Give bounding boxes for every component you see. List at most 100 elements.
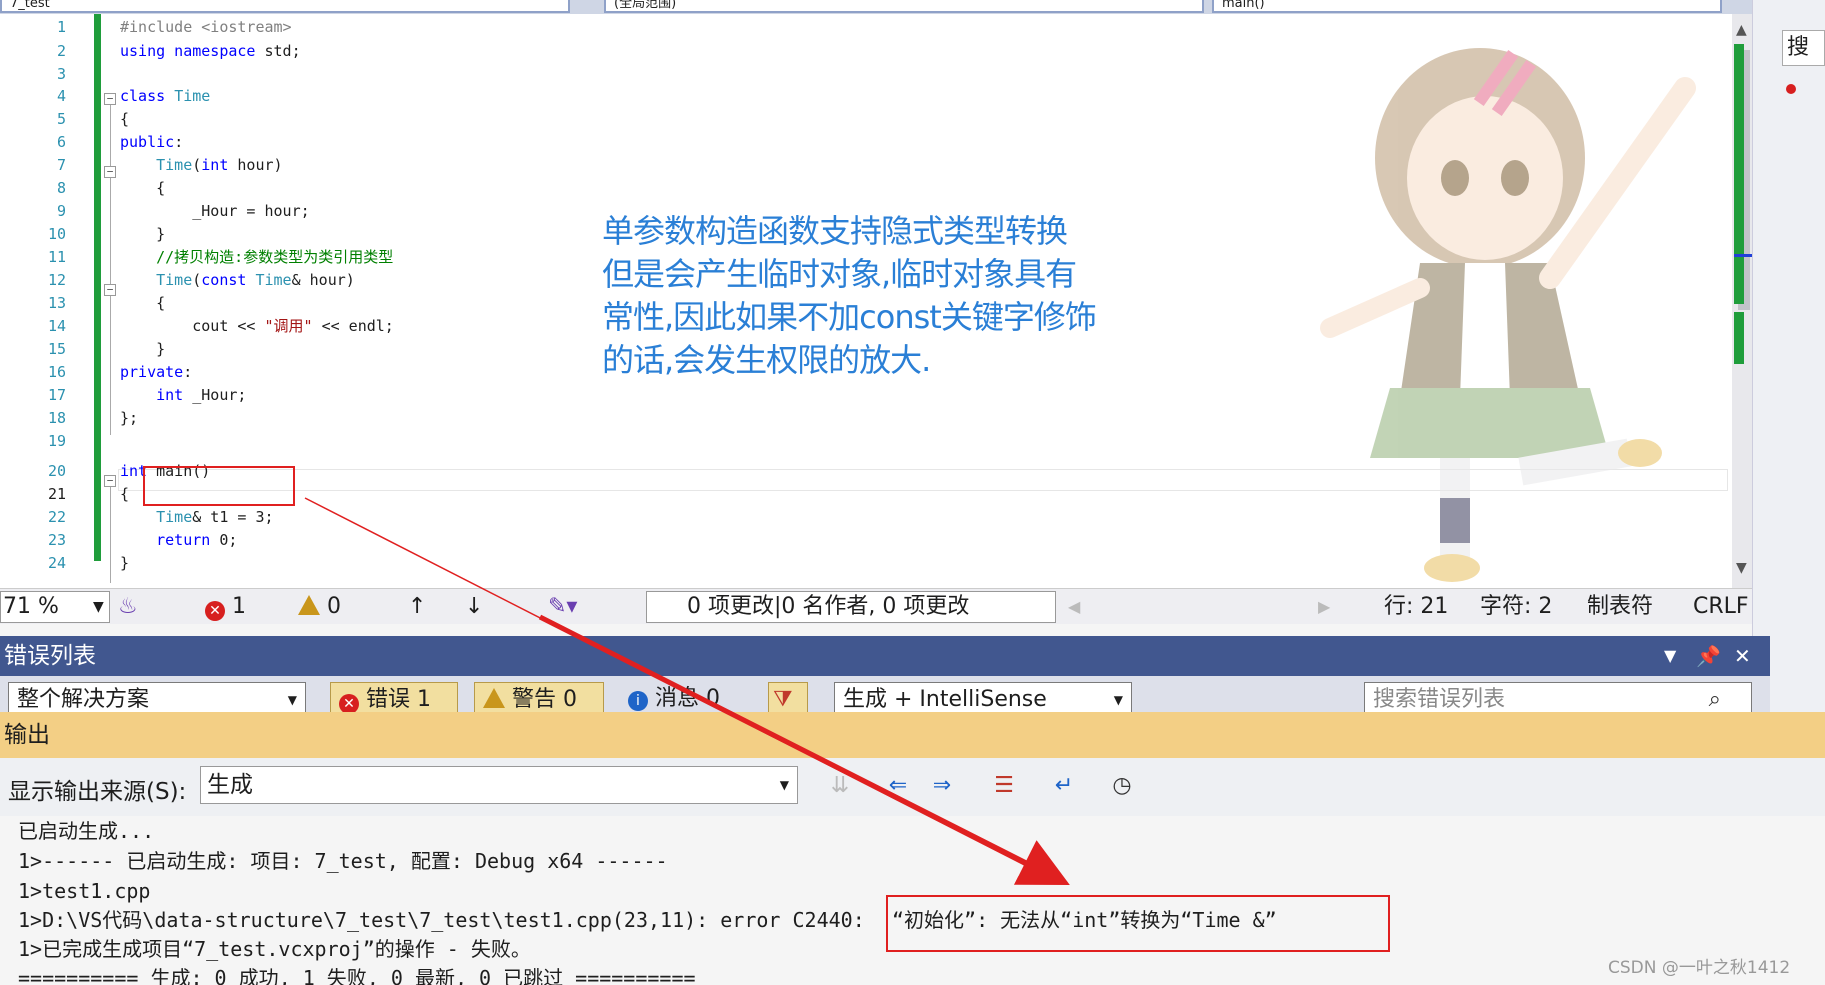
- build-source-dropdown[interactable]: 生成 + IntelliSense ▼: [834, 682, 1132, 712]
- chevron-down-icon: ▼: [779, 778, 789, 792]
- chevron-down-icon: ▼: [287, 693, 297, 707]
- clear-all-icon[interactable]: ☰: [988, 770, 1020, 802]
- file-tab-label: 7_test: [10, 0, 50, 11]
- output-source-label: 显示输出来源(S):: [8, 779, 187, 805]
- scroll-right-icon[interactable]: ▶: [1318, 593, 1330, 621]
- scrollbar-change-marker: [1734, 44, 1744, 304]
- output-line: 已启动生成...: [18, 819, 155, 843]
- zoom-value: 71 %: [3, 594, 59, 619]
- highlight-box-code: [143, 466, 295, 506]
- line-number: 21: [47, 485, 66, 503]
- line-number-gutter: 1 2 3 4 5 6 7 8 9 10 11 12 13 14 15 16 17 18 19 20 21 22 23 24: [0, 14, 92, 588]
- watermark: CSDN @一叶之秋1412: [1608, 958, 1791, 978]
- output-source-dropdown[interactable]: 生成 ▼: [200, 766, 798, 804]
- line-number: 2: [56, 42, 66, 60]
- panel-dropdown-icon[interactable]: ▼: [1664, 636, 1676, 676]
- line-number: 15: [47, 340, 66, 358]
- scroll-up-arrow-icon[interactable]: ▲: [1736, 22, 1747, 38]
- find-message-icon[interactable]: ⇊: [824, 770, 856, 802]
- solution-search-input[interactable]: 搜: [1782, 30, 1825, 66]
- caret-column: 字符: 2: [1480, 594, 1553, 619]
- editor-status-bar: 71 % ▼ ♨ ✕ 1 0 ↑ ↓ ✎▾ 0 项更改|0 名作者, 0 项更改…: [0, 588, 1752, 624]
- arrow-down-icon[interactable]: ↓: [465, 593, 483, 621]
- line-number: 19: [47, 432, 66, 450]
- function-label: main(): [1222, 0, 1265, 11]
- pin-icon[interactable]: 📌: [1696, 636, 1721, 676]
- code-line-16: private:: [120, 363, 193, 381]
- scroll-left-icon[interactable]: ◀: [1068, 593, 1080, 621]
- error-icon: ✕: [205, 601, 225, 621]
- line-number: 4: [56, 87, 66, 105]
- error-search-input[interactable]: 搜索错误列表 ⌕: [1364, 682, 1752, 712]
- line-number: 22: [47, 508, 66, 526]
- output-title: 输出: [4, 722, 50, 748]
- output-source-value: 生成: [207, 772, 253, 798]
- errors-filter-toggle[interactable]: ✕ 错误 1: [330, 682, 458, 712]
- fold-toggle-copy-ctor[interactable]: −: [104, 284, 116, 296]
- output-line: 1>test1.cpp: [18, 879, 151, 903]
- annotation-line-1: 单参数构造函数支持隐式类型转换: [602, 212, 1068, 250]
- error-scope-dropdown[interactable]: 整个解决方案 ▼: [8, 682, 306, 712]
- errors-filter-label: 错误 1: [366, 687, 431, 712]
- code-line-9: _Hour = hour;: [120, 202, 310, 220]
- scroll-down-arrow-icon[interactable]: ▼: [1736, 560, 1747, 576]
- anime-girl-illustration: [1320, 48, 1696, 582]
- close-icon[interactable]: ✕: [1734, 636, 1751, 676]
- code-line-15: }: [120, 340, 166, 358]
- error-search-placeholder: 搜索错误列表: [1373, 687, 1506, 712]
- zoom-dropdown[interactable]: 71 % ▼: [0, 591, 110, 623]
- code-line-10: }: [120, 225, 166, 243]
- code-line-6: public:: [120, 133, 184, 151]
- line-number: 23: [47, 531, 66, 549]
- git-changes-indicator[interactable]: 0 项更改|0 名作者, 0 项更改: [646, 591, 1056, 623]
- fold-toggle-main[interactable]: −: [104, 475, 116, 487]
- fold-toggle-ctor[interactable]: −: [104, 166, 116, 178]
- line-ending[interactable]: CRLF: [1693, 593, 1749, 621]
- code-line-13: {: [120, 294, 166, 312]
- warning-count[interactable]: 0: [298, 593, 341, 621]
- line-number: 11: [47, 248, 66, 266]
- function-dropdown[interactable]: main(): [1212, 0, 1722, 13]
- error-count-value: 1: [232, 594, 246, 619]
- annotation-line-2: 但是会产生临时对象,临时对象具有: [602, 255, 1077, 293]
- error-scope-value: 整个解决方案: [17, 687, 150, 712]
- line-number: 24: [47, 554, 66, 572]
- git-changes-text: 0 项更改|0 名作者, 0 项更改: [687, 594, 970, 619]
- caret-row: 行: 21: [1384, 594, 1449, 619]
- annotation-line-4: 的话,会发生权限的放大.: [602, 341, 931, 379]
- warnings-filter-toggle[interactable]: 警告 0: [474, 682, 604, 712]
- messages-filter-toggle[interactable]: i 消息 0: [620, 682, 744, 712]
- indent-mode[interactable]: 制表符: [1587, 593, 1653, 621]
- change-indicator-bar: [94, 14, 101, 561]
- cleanup-brush-icon[interactable]: ✎▾: [548, 593, 577, 621]
- error-icon: ✕: [339, 694, 359, 712]
- line-number: 8: [56, 179, 66, 197]
- error-count[interactable]: ✕ 1: [205, 593, 246, 621]
- fold-guide: [110, 487, 111, 583]
- clear-filter-button[interactable]: ⧩: [768, 682, 808, 712]
- clock-icon[interactable]: ◷: [1106, 770, 1138, 802]
- warning-icon: [298, 595, 320, 615]
- code-line-21: {: [120, 485, 130, 503]
- file-tab[interactable]: 7_test: [0, 0, 570, 13]
- code-line-11: //拷贝构造:参数类型为类引用类型: [156, 248, 394, 266]
- warning-icon: [483, 688, 505, 708]
- annotation-line-3: 常性,因此如果不加const关键字修饰: [602, 298, 1097, 336]
- line-number: 10: [47, 225, 66, 243]
- breakpoint-icon[interactable]: [1786, 84, 1796, 94]
- code-line-2: using namespace std;: [120, 42, 301, 60]
- line-number: 3: [56, 65, 66, 83]
- solution-search-label: 搜: [1787, 35, 1810, 60]
- word-wrap-icon[interactable]: ↵: [1048, 770, 1080, 802]
- intellicode-icon[interactable]: ♨: [118, 593, 138, 621]
- fold-toggle-class[interactable]: −: [104, 93, 116, 105]
- error-list-title: 错误列表: [4, 643, 96, 669]
- line-number: 9: [56, 202, 66, 220]
- line-number: 1: [56, 18, 66, 36]
- info-icon: i: [628, 691, 648, 711]
- warnings-filter-label: 警告 0: [512, 687, 577, 712]
- next-message-icon[interactable]: ⇒: [926, 770, 958, 802]
- previous-message-icon[interactable]: ⇐: [882, 770, 914, 802]
- scope-dropdown[interactable]: (全局范围): [604, 0, 1204, 13]
- arrow-up-icon[interactable]: ↑: [408, 593, 426, 621]
